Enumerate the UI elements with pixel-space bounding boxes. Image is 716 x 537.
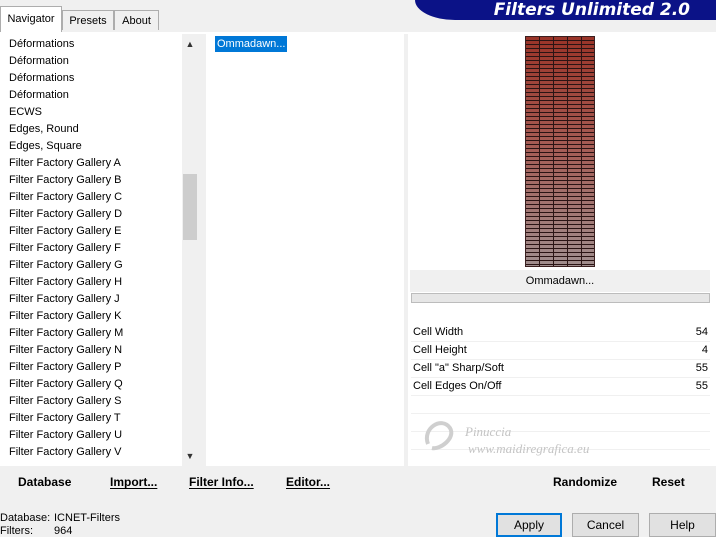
category-item[interactable]: Filter Factory Gallery U (9, 427, 122, 444)
category-item[interactable]: Filter Factory Gallery Q (9, 376, 123, 393)
app-title: Filters Unlimited 2.0 (493, 0, 690, 20)
category-item[interactable]: Edges, Round (9, 121, 79, 138)
category-item[interactable]: Filter Factory Gallery H (9, 274, 122, 291)
param-row[interactable]: Cell Height 4 (411, 342, 710, 360)
scroll-down-icon[interactable]: ▼ (182, 448, 198, 464)
param-label: Cell Edges On/Off (413, 380, 502, 392)
category-item[interactable]: Filter Factory Gallery C (9, 189, 122, 206)
watermark-name: Pinuccia (464, 424, 512, 439)
category-item[interactable]: Déformation (9, 87, 69, 104)
watermark: Pinuccia www.maidiregrafica.eu (420, 410, 660, 460)
preview-image (525, 36, 595, 267)
tab-navigator[interactable]: Navigator (0, 6, 62, 32)
cancel-button[interactable]: Cancel (572, 513, 639, 537)
database-value: ICNET-Filters (54, 512, 120, 524)
reset-button[interactable]: Reset (652, 474, 685, 490)
category-item[interactable]: Filter Factory Gallery N (9, 342, 122, 359)
filters-count: 964 (54, 525, 73, 537)
filters-label: Filters: (0, 525, 33, 537)
tab-about[interactable]: About (114, 10, 159, 30)
param-value[interactable]: 54 (696, 324, 708, 341)
category-item[interactable]: ECWS (9, 104, 42, 121)
import-button[interactable]: Import... (110, 474, 157, 490)
filter-info-button[interactable]: Filter Info... (189, 474, 254, 490)
category-item[interactable]: Filter Factory Gallery K (9, 308, 121, 325)
scroll-thumb[interactable] (183, 174, 197, 240)
param-row[interactable]: Cell Width 54 (411, 324, 710, 342)
param-label: Cell Height (413, 344, 467, 356)
progress-bar (411, 293, 710, 303)
param-row[interactable]: Cell "a" Sharp/Soft 55 (411, 360, 710, 378)
category-scrollbar[interactable]: ▲ ▼ (182, 34, 198, 466)
category-item[interactable]: Filter Factory Gallery J (9, 291, 120, 308)
category-item[interactable]: Filter Factory Gallery A (9, 155, 121, 172)
app-title-banner: Filters Unlimited 2.0 (415, 0, 716, 20)
category-item[interactable]: Déformations (9, 70, 74, 87)
apply-button[interactable]: Apply (496, 513, 562, 537)
category-item[interactable]: Filter Factory Gallery M (9, 325, 123, 342)
param-row[interactable]: Cell Edges On/Off 55 (411, 378, 710, 396)
param-value[interactable]: 4 (702, 342, 708, 359)
database-button[interactable]: Database (18, 474, 71, 490)
category-item[interactable]: Filter Factory Gallery F (9, 240, 121, 257)
param-label: Cell Width (413, 326, 464, 338)
category-list[interactable]: Déformations Déformation Déformations Défor… (0, 34, 182, 466)
help-button[interactable]: Help (649, 513, 716, 537)
divider (198, 34, 206, 466)
category-item[interactable]: Déformation (9, 53, 69, 70)
param-label: Cell "a" Sharp/Soft (413, 362, 504, 374)
param-value[interactable]: 55 (696, 360, 708, 377)
preview-filter-name: Ommadawn... (410, 270, 710, 292)
category-item[interactable]: Filter Factory Gallery P (9, 359, 121, 376)
param-value[interactable]: 55 (696, 378, 708, 395)
filter-list[interactable]: Ommadawn... (206, 34, 404, 466)
category-item[interactable]: Filter Factory Gallery D (9, 206, 122, 223)
category-item[interactable]: Edges, Square (9, 138, 82, 155)
database-label: Database: (0, 512, 51, 524)
category-item[interactable]: Filter Factory Gallery T (9, 410, 121, 427)
filter-item-selected[interactable]: Ommadawn... (215, 36, 288, 52)
tab-presets[interactable]: Presets (62, 10, 114, 30)
randomize-button[interactable]: Randomize (553, 474, 617, 490)
category-item[interactable]: Filter Factory Gallery G (9, 257, 123, 274)
category-item[interactable]: Déformations (9, 36, 74, 53)
category-item[interactable]: Filter Factory Gallery S (9, 393, 121, 410)
scroll-up-icon[interactable]: ▲ (182, 36, 198, 52)
editor-button[interactable]: Editor... (286, 474, 330, 490)
category-item[interactable]: Filter Factory Gallery E (9, 223, 121, 240)
category-item[interactable]: Filter Factory Gallery B (9, 172, 121, 189)
watermark-site: www.maidiregrafica.eu (468, 441, 590, 456)
category-item[interactable]: Filter Factory Gallery V (9, 444, 121, 461)
